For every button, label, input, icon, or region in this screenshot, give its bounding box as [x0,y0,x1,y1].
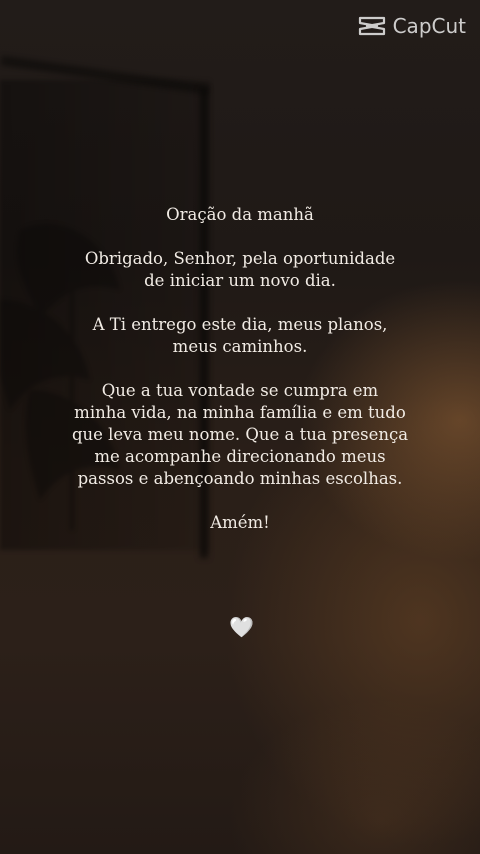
prayer-title: Oração da manhã [166,205,314,224]
prayer-paragraph-3: Que a tua vontade se cumpra em minha vid… [71,381,409,488]
prayer-closing: Amém! [210,513,270,532]
white-heart-icon: 🤍 [229,615,254,639]
prayer-paragraph-2: A Ti entrego este dia, meus planos, meus… [92,315,388,356]
capcut-wordmark: CapCut [392,14,466,38]
capcut-watermark: CapCut [357,14,466,38]
prayer-text: Oração da manhã Obrigado, Senhor, pela o… [0,204,480,556]
prayer-paragraph-1: Obrigado, Senhor, pela oportunidade de i… [84,249,396,290]
capcut-logo-icon [358,16,385,36]
